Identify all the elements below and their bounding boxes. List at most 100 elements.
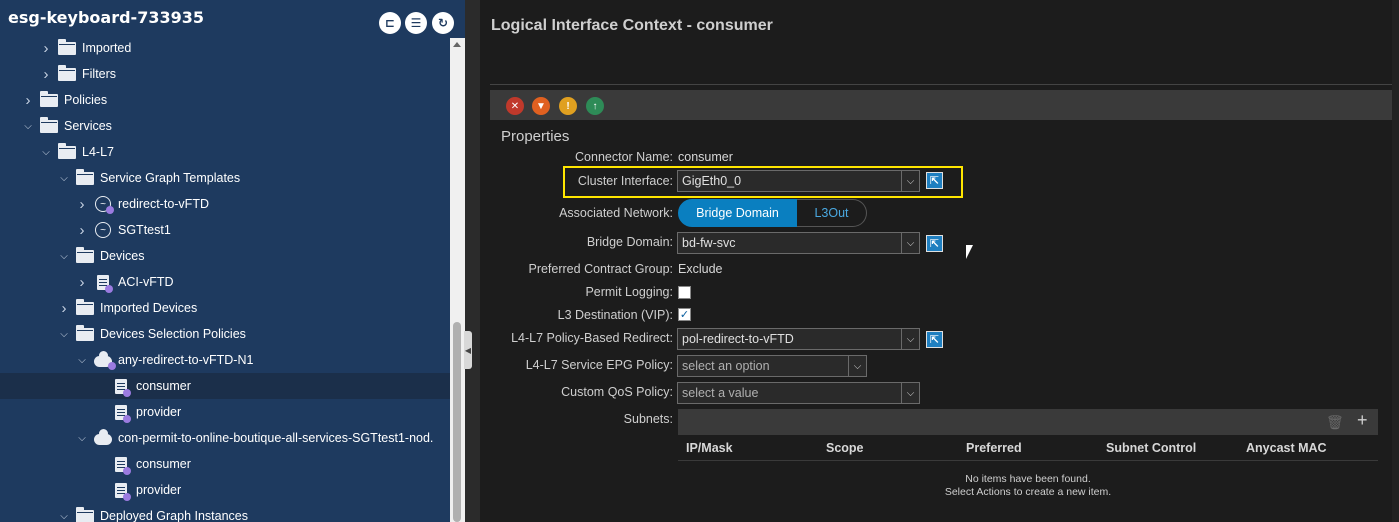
- chevron-down-icon[interactable]: ⌵: [76, 355, 88, 366]
- custom-qos-select[interactable]: select a value ⌵: [677, 382, 920, 404]
- chevron-down-icon[interactable]: ⌵: [40, 147, 52, 158]
- custom-qos-label: Custom QoS Policy:: [561, 385, 673, 399]
- pbr-label: L4-L7 Policy-Based Redirect:: [511, 331, 673, 345]
- tree-item[interactable]: › Filters: [0, 61, 450, 87]
- chevron-right-icon[interactable]: ›: [76, 196, 88, 213]
- refresh-icon[interactable]: ↻: [432, 12, 454, 34]
- associated-network-label: Associated Network:: [559, 206, 673, 220]
- service-graph-icon: ~: [94, 196, 114, 214]
- open-external-icon[interactable]: ⇱: [926, 331, 943, 348]
- column-scope[interactable]: Scope: [826, 441, 864, 455]
- folder-icon: [40, 116, 58, 134]
- preferred-contract-group-label: Preferred Contract Group:: [528, 262, 673, 276]
- column-ip-mask[interactable]: IP/Mask: [686, 441, 733, 455]
- device-icon: [94, 274, 113, 293]
- tree-item-label: consumer: [136, 457, 191, 471]
- column-anycast-mac[interactable]: Anycast MAC: [1246, 441, 1327, 455]
- tree-item-label: any-redirect-to-vFTD-N1: [118, 353, 254, 367]
- tree-item-label: Policies: [64, 93, 108, 107]
- tree-item-label: Imported Devices: [100, 301, 198, 315]
- pin-icon[interactable]: ⊏: [379, 12, 401, 34]
- service-epg-policy-select[interactable]: select an option ⌵: [677, 355, 867, 377]
- chevron-right-icon[interactable]: ›: [76, 222, 88, 239]
- tree-item[interactable]: ⌵ Devices Selection Policies: [0, 321, 450, 347]
- tree-item-label: SGTtest1: [118, 223, 171, 237]
- tree-item[interactable]: ⌵ any-redirect-to-vFTD-N1: [0, 347, 450, 373]
- tree-item-label: con-permit-to-online-boutique-all-servic…: [118, 431, 434, 445]
- chevron-right-icon[interactable]: ›: [76, 274, 88, 291]
- chevron-down-icon[interactable]: ⌵: [901, 233, 919, 253]
- folder-icon: [76, 298, 94, 316]
- bridge-domain-select[interactable]: bd-fw-svc ⌵: [677, 232, 920, 254]
- chevron-down-icon[interactable]: ⌵: [58, 251, 70, 262]
- plus-icon[interactable]: +: [1357, 410, 1368, 431]
- tree-item[interactable]: › Imported: [0, 35, 450, 61]
- tree-item[interactable]: › ACI-vFTD: [0, 269, 450, 295]
- tree-item-label: Deployed Graph Instances: [100, 509, 249, 522]
- tree-item[interactable]: ⌵ con-permit-to-online-boutique-all-servi…: [0, 425, 450, 451]
- fault-major-icon[interactable]: ▼: [532, 97, 550, 115]
- chevron-right-icon[interactable]: ›: [22, 92, 34, 109]
- cluster-interface-select[interactable]: GigEth0_0 ⌵: [677, 170, 920, 192]
- chevron-right-icon[interactable]: ›: [40, 66, 52, 83]
- work-pane-scrollbar[interactable]: [1392, 0, 1399, 522]
- chevron-down-icon[interactable]: ⌵: [22, 121, 34, 132]
- subnets-toolbar: [678, 409, 1378, 435]
- folder-icon: [76, 246, 94, 264]
- chevron-right-icon[interactable]: ›: [40, 40, 52, 57]
- open-external-icon[interactable]: ⇱: [926, 172, 943, 189]
- tree-item[interactable]: ⌵ Services: [0, 113, 450, 139]
- chevron-down-icon[interactable]: ⌵: [901, 383, 919, 403]
- l3-destination-checkbox[interactable]: ✓: [678, 308, 691, 321]
- empty-message: No items have been found.: [965, 473, 1091, 485]
- pbr-select[interactable]: pol-redirect-to-vFTD ⌵: [677, 328, 920, 350]
- nav-scroll-thumb[interactable]: [453, 322, 461, 522]
- chevron-down-icon[interactable]: ⌵: [901, 329, 919, 349]
- fault-warning-icon[interactable]: !: [559, 97, 577, 115]
- folder-icon: [40, 90, 58, 108]
- bridge-domain-toggle[interactable]: Bridge Domain: [678, 199, 797, 227]
- l3out-toggle[interactable]: L3Out: [797, 199, 867, 227]
- scroll-up-icon[interactable]: [453, 42, 461, 47]
- document-icon: [112, 456, 131, 475]
- folder-icon: [58, 142, 76, 160]
- folder-icon: [76, 168, 94, 186]
- tree-item-label: Imported: [82, 41, 132, 55]
- chevron-down-icon[interactable]: ⌵: [58, 329, 70, 340]
- pane-splitter[interactable]: [465, 0, 480, 522]
- tree-item[interactable]: ⌵ L4-L7: [0, 139, 450, 165]
- tree-item[interactable]: consumer: [0, 451, 450, 477]
- column-preferred[interactable]: Preferred: [966, 441, 1022, 455]
- chevron-down-icon[interactable]: ⌵: [848, 356, 866, 376]
- column-subnet-control[interactable]: Subnet Control: [1106, 441, 1196, 455]
- permit-logging-checkbox[interactable]: [678, 286, 691, 299]
- tree-item[interactable]: ⌵ Service Graph Templates: [0, 165, 450, 191]
- nav-header: esg-keyboard-733935 ⊏ ☰ ↻: [0, 0, 465, 38]
- chevron-right-icon[interactable]: ›: [58, 300, 70, 317]
- collapse-list-icon[interactable]: ☰: [405, 12, 427, 34]
- tree-item[interactable]: consumer: [0, 373, 450, 399]
- tree-item-label: Services: [64, 119, 112, 133]
- fault-critical-icon[interactable]: ✕: [506, 97, 524, 115]
- collapse-pane-handle[interactable]: ◀: [464, 331, 472, 369]
- health-icon[interactable]: ↑: [586, 97, 604, 115]
- service-epg-policy-label: L4-L7 Service EPG Policy:: [525, 358, 673, 372]
- chevron-down-icon[interactable]: ⌵: [58, 173, 70, 184]
- trash-icon[interactable]: 🗑: [1326, 414, 1344, 431]
- open-external-icon[interactable]: ⇱: [926, 235, 943, 252]
- tree-item-label: Devices: [100, 249, 145, 263]
- tree-item[interactable]: ⌵ Devices: [0, 243, 450, 269]
- tree-item[interactable]: › ~ SGTtest1: [0, 217, 450, 243]
- tree-item[interactable]: › ~ redirect-to-vFTD: [0, 191, 450, 217]
- pbr-value: pol-redirect-to-vFTD: [682, 332, 794, 346]
- chevron-down-icon[interactable]: ⌵: [901, 171, 919, 191]
- tree-item[interactable]: › Policies: [0, 87, 450, 113]
- tree-item[interactable]: provider: [0, 399, 450, 425]
- chevron-down-icon[interactable]: ⌵: [58, 511, 70, 522]
- tree-item[interactable]: › Imported Devices: [0, 295, 450, 321]
- mouse-cursor-icon: [966, 245, 973, 259]
- tree-item[interactable]: ⌵ Deployed Graph Instances: [0, 503, 450, 522]
- tree-item[interactable]: provider: [0, 477, 450, 503]
- chevron-down-icon[interactable]: ⌵: [76, 433, 88, 444]
- cloud-icon: [94, 351, 116, 370]
